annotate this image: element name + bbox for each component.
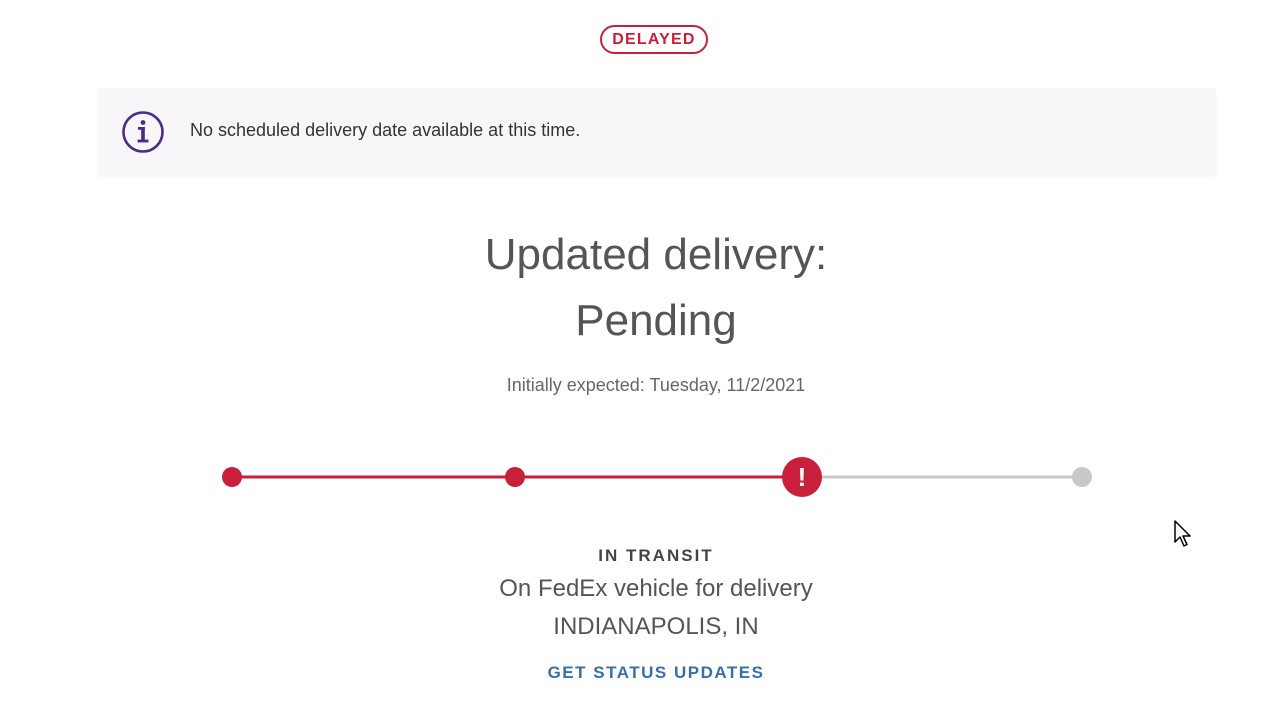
initial-expected-date: Initially expected: Tuesday, 11/2/2021 <box>506 375 806 395</box>
transit-status: IN TRANSIT <box>598 546 714 565</box>
info-icon <box>122 111 164 153</box>
transit-description: On FedEx vehicle for delivery <box>499 575 813 602</box>
tracking-page: DELAYED No scheduled delivery date avail… <box>0 0 1280 720</box>
progress-step-1 <box>222 467 242 487</box>
info-message: No scheduled delivery date available at … <box>190 120 581 140</box>
status-badge: DELAYED <box>600 25 708 54</box>
progress-tracker: ! <box>222 455 1102 499</box>
info-banner: No scheduled delivery date available at … <box>98 88 1216 176</box>
mouse-cursor-icon <box>1174 520 1191 547</box>
progress-step-2 <box>505 467 525 487</box>
transit-location: INDIANAPOLIS, IN <box>553 613 759 640</box>
delivery-heading-value: Pending <box>575 296 737 345</box>
progress-step-4 <box>1072 467 1092 487</box>
exception-glyph: ! <box>798 462 807 492</box>
progress-tracker-graphic: ! <box>222 457 1092 497</box>
delivery-heading: Updated delivery: Pending <box>0 222 1280 354</box>
delivery-heading-label: Updated delivery: <box>484 230 828 279</box>
get-status-updates-link[interactable]: GET STATUS UPDATES <box>540 663 772 683</box>
